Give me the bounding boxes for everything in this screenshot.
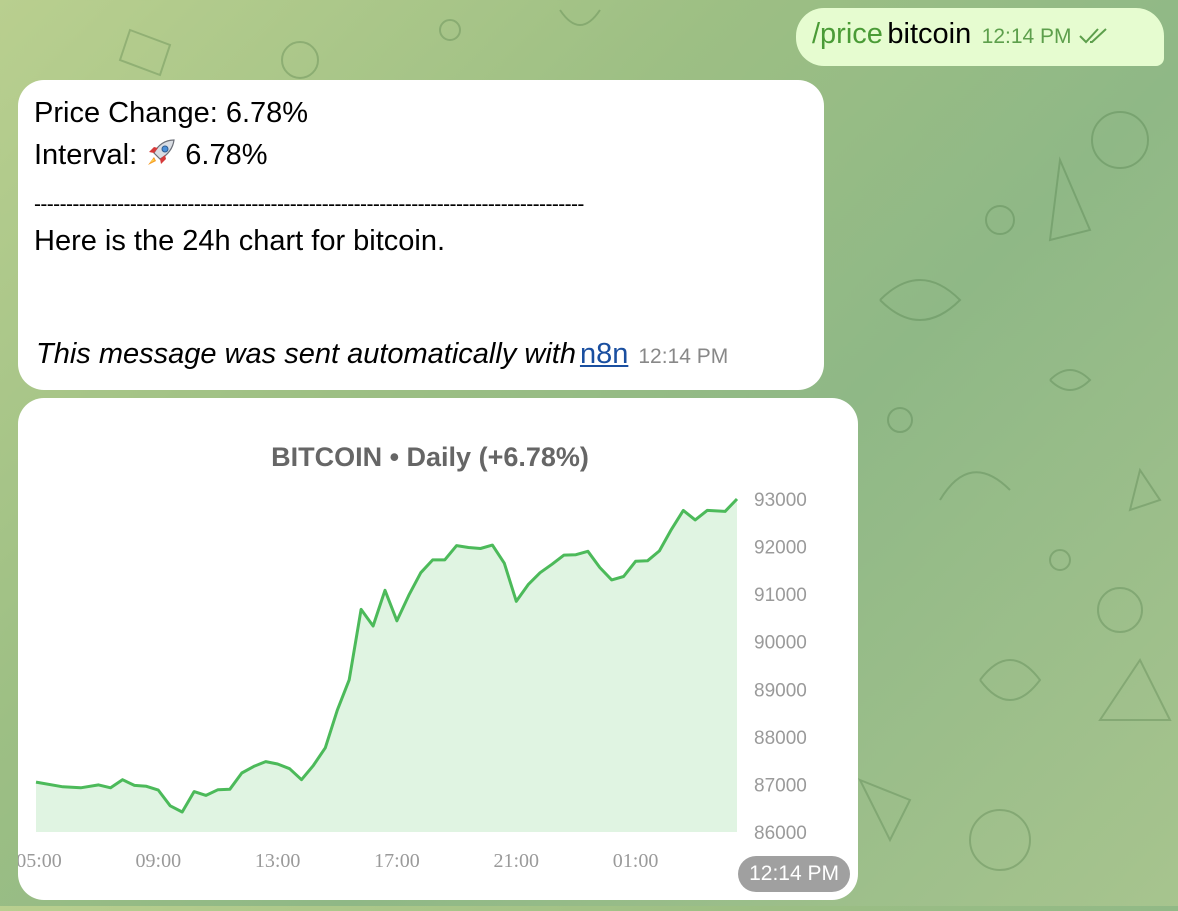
price-change-text: Price Change: 6.78% bbox=[34, 97, 309, 129]
y-tick-label: 93000 bbox=[754, 490, 807, 511]
chart-title: BITCOIN • Daily (+6.78%) bbox=[271, 442, 589, 472]
separator-line: ----------------------------------------… bbox=[34, 193, 584, 216]
chart-image-message[interactable]: BITCOIN • Daily (+6.78%) 86000 87000 88000… bbox=[18, 398, 858, 900]
interval-line: Interval: 6.78% bbox=[34, 134, 808, 180]
chart-message-time: 12:14 PM bbox=[738, 856, 850, 892]
footer-text: This message was sent automatically with bbox=[36, 338, 576, 370]
chart-intro-text: Here is the 24h chart for bitcoin. bbox=[34, 225, 446, 257]
incoming-message-bubble[interactable]: Price Change: 6.78% Interval: 6.78% ----… bbox=[18, 80, 824, 390]
message-footer: This message was sent automatically with… bbox=[36, 338, 728, 371]
outgoing-message-bubble[interactable]: /price bitcoin 12:14 PM bbox=[796, 8, 1164, 66]
x-tick-label: 21:00 bbox=[493, 850, 539, 872]
y-tick-label: 89000 bbox=[754, 680, 807, 701]
n8n-link[interactable]: n8n bbox=[580, 338, 628, 370]
y-tick-label: 92000 bbox=[754, 538, 807, 559]
y-tick-label: 90000 bbox=[754, 633, 807, 654]
command-argument: bitcoin bbox=[887, 18, 972, 50]
x-tick-label: 09:00 bbox=[136, 850, 182, 872]
interval-label: Interval: bbox=[34, 139, 138, 171]
interval-value: 6.78% bbox=[185, 139, 268, 171]
x-tick-label: 05:00 bbox=[18, 850, 62, 872]
double-check-read-icon bbox=[1078, 27, 1114, 50]
y-tick-label: 86000 bbox=[754, 823, 807, 844]
bot-command-link[interactable]: /price bbox=[812, 18, 883, 50]
x-tick-label: 13:00 bbox=[255, 850, 301, 872]
x-tick-label: 17:00 bbox=[374, 850, 420, 872]
price-area-fill bbox=[36, 499, 737, 832]
y-tick-label: 91000 bbox=[754, 585, 807, 606]
price-area-chart: BITCOIN • Daily (+6.78%) 86000 87000 88000… bbox=[18, 442, 807, 872]
outgoing-message-time: 12:14 PM bbox=[981, 25, 1072, 48]
rocket-icon bbox=[145, 138, 177, 180]
x-tick-label: 01:00 bbox=[613, 850, 659, 872]
incoming-message-time: 12:14 PM bbox=[638, 345, 729, 368]
y-tick-label: 87000 bbox=[754, 775, 807, 796]
y-tick-label: 88000 bbox=[754, 728, 807, 749]
